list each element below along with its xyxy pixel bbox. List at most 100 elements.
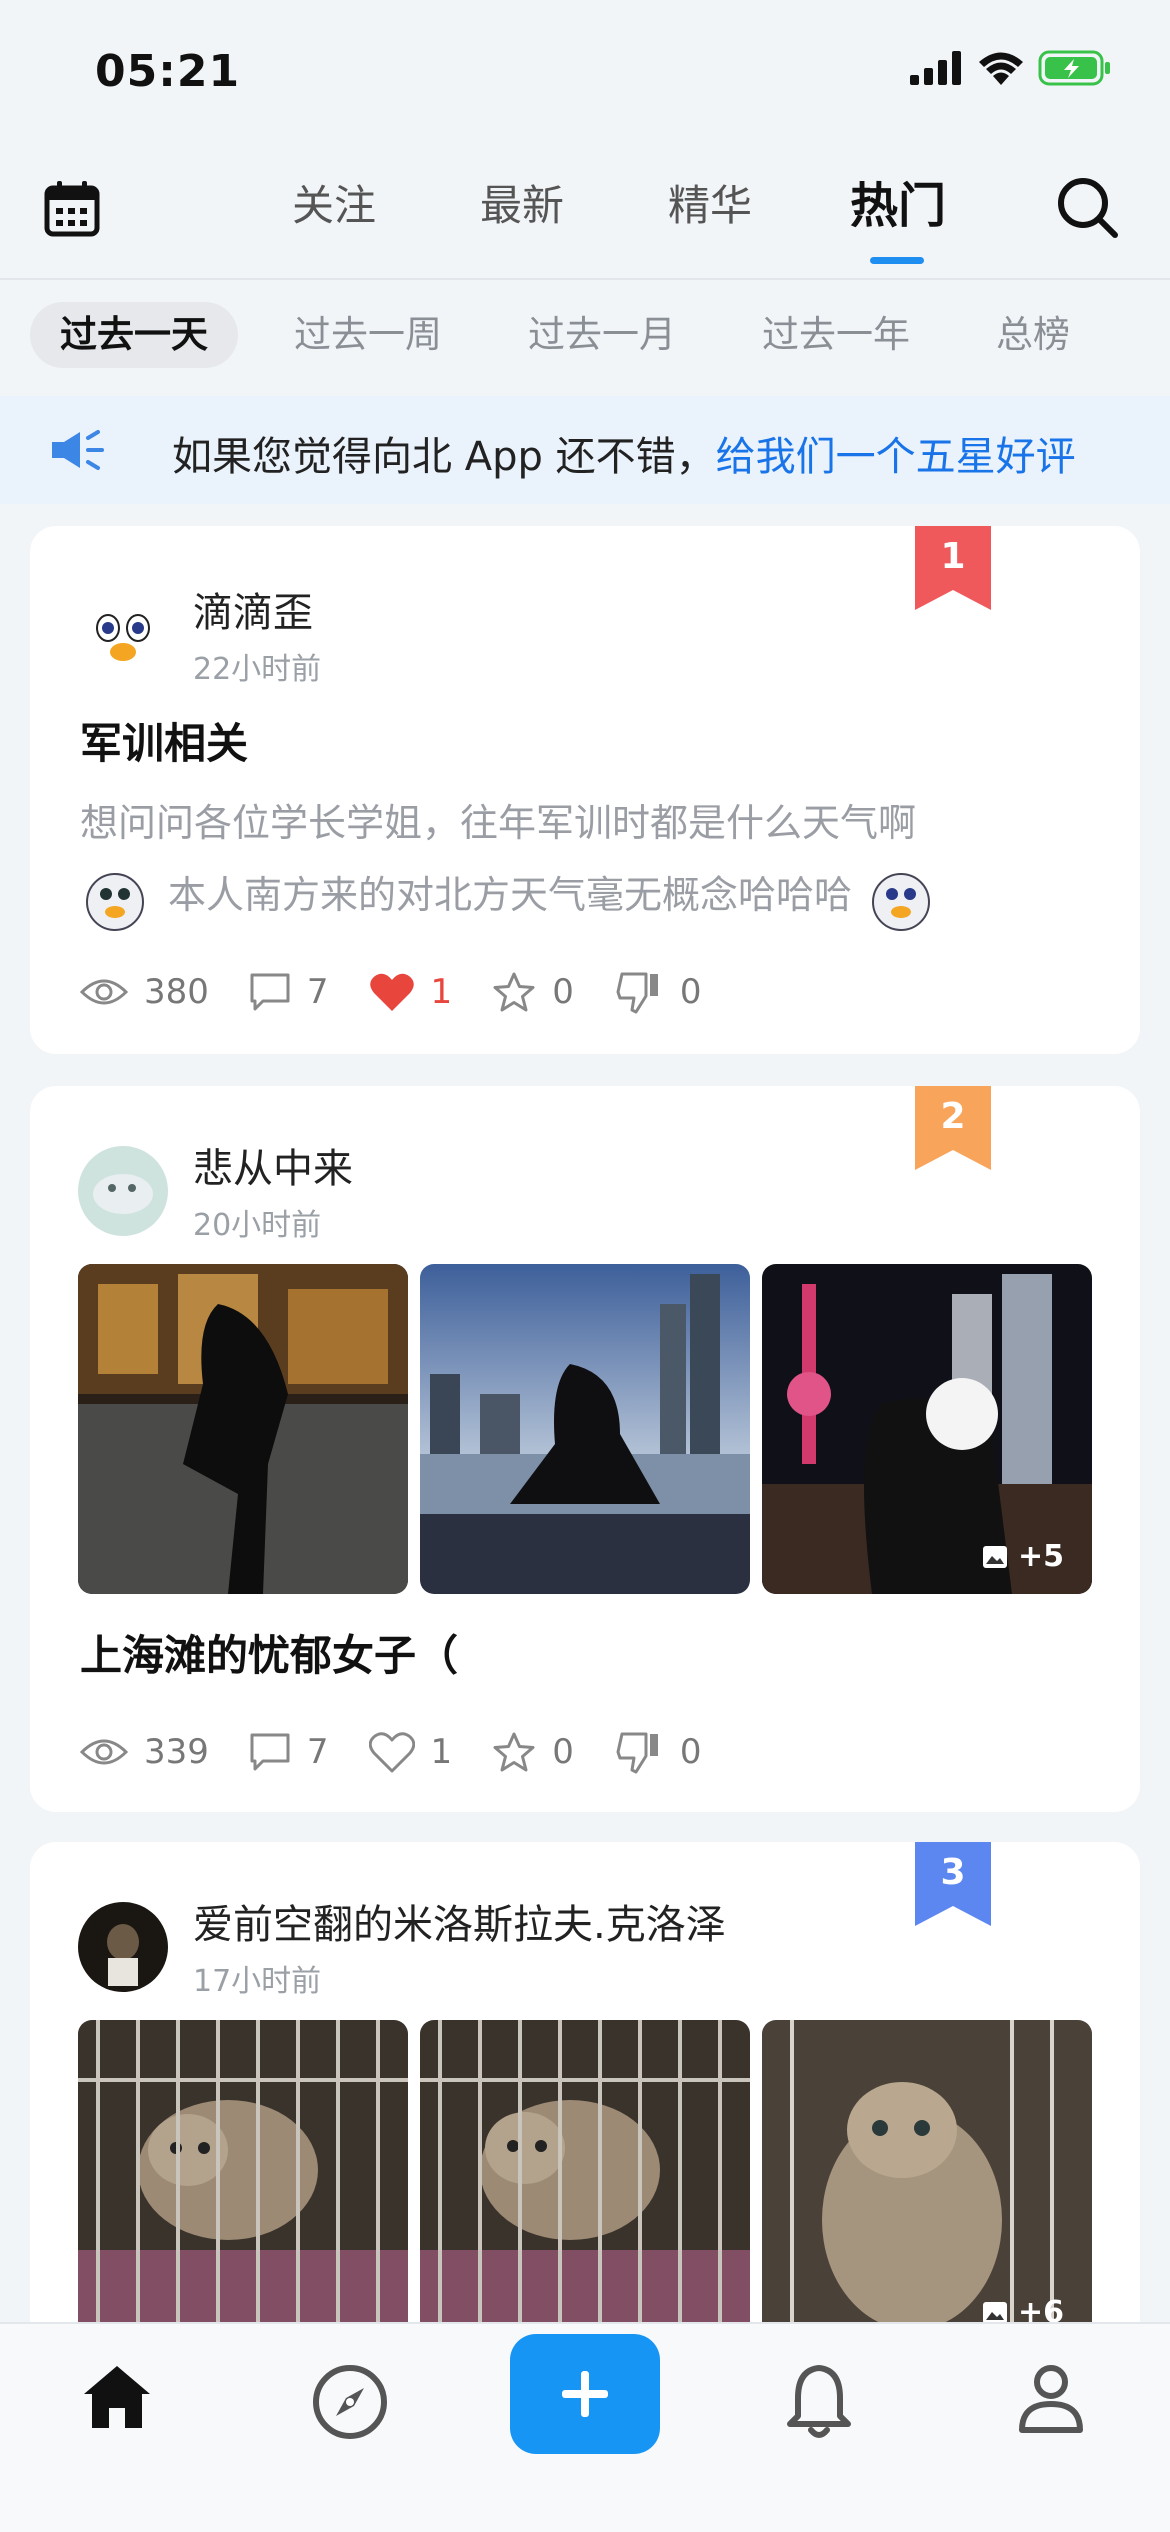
status-bar: 05:21 bbox=[0, 0, 1170, 150]
image-icon bbox=[982, 1545, 1007, 1568]
app-screen: 05:21 关注 最新 精华 热门 过去一天 过去一周 过去一月 过去一年 总榜… bbox=[0, 0, 1170, 2532]
filter-past-year[interactable]: 过去一年 bbox=[732, 302, 940, 368]
post-title[interactable]: 上海滩的忧郁女子（ bbox=[80, 1622, 458, 1683]
post-time: 20小时前 bbox=[193, 1208, 322, 1243]
tab-hot[interactable]: 热门 bbox=[804, 176, 992, 264]
post-card[interactable]: 1 滴滴歪 22小时前 军训相关 想问问各位学长学姐，往年军训时都是什么天气啊 bbox=[30, 526, 1140, 1054]
plus-icon bbox=[562, 2371, 608, 2417]
eye-icon bbox=[80, 979, 128, 1005]
post-image[interactable]: +6 bbox=[762, 2020, 1092, 2350]
view-count: 339 bbox=[80, 1732, 209, 1772]
rank-badge: 1 bbox=[915, 526, 991, 610]
post-time: 17小时前 bbox=[193, 1964, 322, 1999]
author-name[interactable]: 爱前空翻的米洛斯拉夫.克洛泽 bbox=[193, 1892, 726, 1950]
author-name[interactable]: 滴滴歪 bbox=[193, 580, 313, 638]
view-count: 380 bbox=[80, 972, 209, 1012]
dislike-button[interactable]: 0 bbox=[614, 1730, 702, 1774]
banner-message: 如果您觉得向北 App 还不错，给我们一个五星好评 bbox=[172, 424, 1076, 482]
megaphone-icon bbox=[48, 426, 106, 478]
filter-past-day[interactable]: 过去一天 bbox=[30, 302, 238, 368]
rank-badge: 3 bbox=[915, 1842, 991, 1926]
comment-icon bbox=[250, 1733, 290, 1771]
body-line: 想问问各位学长学姐，往年军训时都是什么天气啊 bbox=[80, 801, 917, 845]
status-time: 05:21 bbox=[95, 46, 241, 97]
author-name[interactable]: 悲从中来 bbox=[193, 1136, 353, 1194]
comment-button[interactable]: 7 bbox=[249, 972, 329, 1012]
view-count-value: 380 bbox=[144, 972, 209, 1012]
post-image[interactable] bbox=[420, 1264, 750, 1594]
rank-number: 2 bbox=[940, 1096, 966, 1137]
post-stats: 339 7 1 0 0 bbox=[80, 1730, 741, 1774]
like-count: 1 bbox=[430, 972, 453, 1012]
post-stats: 380 7 1 0 0 bbox=[80, 970, 741, 1014]
post-image[interactable]: +5 bbox=[762, 1264, 1092, 1594]
create-post-button[interactable] bbox=[510, 2334, 660, 2454]
filter-all-time[interactable]: 总榜 bbox=[966, 302, 1100, 368]
post-image[interactable] bbox=[78, 1264, 408, 1594]
image-icon bbox=[982, 2301, 1007, 2324]
filter-past-week[interactable]: 过去一周 bbox=[264, 302, 472, 368]
post-time: 22小时前 bbox=[193, 652, 322, 687]
rate-link[interactable]: 给我们一个五星好评 bbox=[716, 434, 1076, 480]
post-image[interactable] bbox=[78, 2020, 408, 2350]
image-grid: +5 bbox=[78, 1264, 1092, 1594]
like-button[interactable]: 1 bbox=[369, 971, 453, 1013]
post-title[interactable]: 军训相关 bbox=[80, 710, 248, 771]
post-image[interactable] bbox=[420, 2020, 750, 2350]
star-count: 0 bbox=[552, 972, 574, 1012]
star-icon bbox=[493, 1732, 535, 1772]
calendar-icon[interactable] bbox=[44, 180, 100, 242]
comment-button[interactable]: 7 bbox=[249, 1732, 329, 1772]
rating-banner[interactable]: 如果您觉得向北 App 还不错，给我们一个五星好评 bbox=[0, 396, 1170, 504]
heart-icon bbox=[368, 1732, 415, 1773]
top-header: 关注 最新 精华 热门 bbox=[0, 150, 1170, 280]
star-icon bbox=[493, 972, 535, 1012]
heart-filled-icon bbox=[369, 973, 414, 1011]
wifi-icon bbox=[979, 52, 1023, 85]
dislike-button[interactable]: 0 bbox=[614, 970, 702, 1014]
post-body: 想问问各位学长学姐，往年军训时都是什么天气啊 本人南方来的对北方天气毫无概念哈哈… bbox=[80, 788, 1090, 932]
duck-sticker-icon bbox=[86, 873, 144, 931]
tab-following[interactable]: 关注 bbox=[240, 176, 428, 236]
status-icons bbox=[910, 50, 1112, 86]
star-button[interactable]: 0 bbox=[492, 971, 574, 1013]
banner-text: 如果您觉得向北 App 还不错， bbox=[172, 434, 716, 480]
compass-icon[interactable] bbox=[312, 2364, 388, 2444]
duck-sticker-icon bbox=[872, 873, 931, 931]
star-count: 0 bbox=[552, 1732, 574, 1772]
home-icon[interactable] bbox=[82, 2364, 152, 2434]
thumbs-down-icon bbox=[616, 1732, 658, 1774]
rank-number: 3 bbox=[940, 1852, 966, 1893]
dislike-count: 0 bbox=[679, 972, 702, 1012]
bottom-tab-bar bbox=[0, 2322, 1170, 2532]
more-images-label: +5 bbox=[1017, 1539, 1064, 1574]
feed-tabs: 关注 最新 精华 热门 bbox=[240, 176, 992, 264]
bell-icon[interactable] bbox=[786, 2364, 852, 2444]
tab-featured[interactable]: 精华 bbox=[616, 176, 804, 236]
avatar[interactable] bbox=[78, 590, 168, 680]
like-button[interactable]: 1 bbox=[368, 1731, 453, 1773]
signal-icon bbox=[910, 51, 961, 85]
like-count: 1 bbox=[430, 1732, 453, 1772]
comment-count: 7 bbox=[306, 1732, 329, 1772]
rank-badge: 2 bbox=[915, 1086, 991, 1170]
avatar[interactable] bbox=[78, 1902, 168, 1992]
body-line: 本人南方来的对北方天气毫无概念哈哈哈 bbox=[168, 873, 853, 917]
search-icon[interactable] bbox=[1056, 176, 1120, 244]
view-count-value: 339 bbox=[144, 1732, 209, 1772]
post-card[interactable]: 3 爱前空翻的米洛斯拉夫.克洛泽 17小时前 +6 bbox=[30, 1842, 1140, 2362]
time-range-filters: 过去一天 过去一周 过去一月 过去一年 总榜 bbox=[30, 302, 1100, 368]
comment-icon bbox=[250, 973, 290, 1011]
rank-number: 1 bbox=[940, 536, 966, 577]
tab-latest[interactable]: 最新 bbox=[428, 176, 616, 236]
person-icon[interactable] bbox=[1018, 2364, 1084, 2438]
dislike-count: 0 bbox=[679, 1732, 702, 1772]
post-card[interactable]: 2 悲从中来 20小时前 +5 上海滩的忧郁女子（ 339 7 1 0 0 bbox=[30, 1086, 1140, 1812]
battery-icon bbox=[1038, 50, 1110, 86]
star-button[interactable]: 0 bbox=[492, 1731, 574, 1773]
filter-past-month[interactable]: 过去一月 bbox=[498, 302, 706, 368]
image-grid: +6 bbox=[78, 2020, 1092, 2350]
thumbs-down-icon bbox=[616, 972, 658, 1014]
comment-count: 7 bbox=[306, 972, 329, 1012]
avatar[interactable] bbox=[78, 1146, 168, 1236]
